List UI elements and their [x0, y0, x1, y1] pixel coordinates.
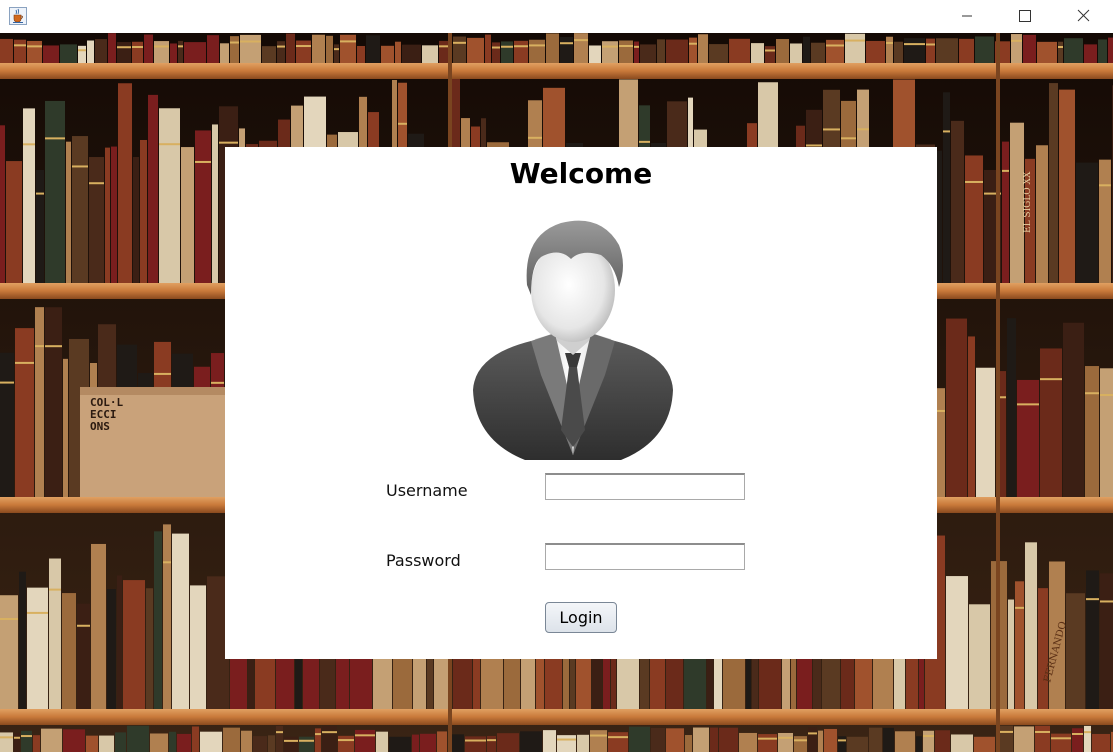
password-input[interactable]	[545, 543, 745, 570]
welcome-heading: Welcome	[509, 157, 653, 190]
close-icon	[1077, 9, 1090, 22]
login-panel: Welcome Username Password Login	[225, 147, 937, 659]
user-avatar-icon	[473, 220, 673, 460]
spine-text-el-siglo: EL SIGLO XX	[1023, 171, 1033, 233]
minimize-icon	[962, 15, 972, 17]
collections-box: COL·L ECCI ONS	[80, 387, 225, 497]
maximize-button[interactable]	[996, 0, 1054, 32]
title-bar[interactable]	[0, 0, 1113, 33]
maximize-icon	[1019, 10, 1031, 22]
close-button[interactable]	[1054, 0, 1112, 32]
java-cup-icon	[9, 7, 27, 25]
password-label: Password	[386, 551, 461, 570]
username-label: Username	[386, 481, 468, 500]
box-text-line-3: ONS	[90, 420, 110, 433]
username-input[interactable]	[545, 473, 745, 500]
application-window: COL·L ECCI ONS EL SIGLO XX FERNANDO Welc…	[0, 0, 1113, 752]
minimize-button[interactable]	[938, 0, 996, 32]
login-button[interactable]: Login	[545, 602, 617, 633]
